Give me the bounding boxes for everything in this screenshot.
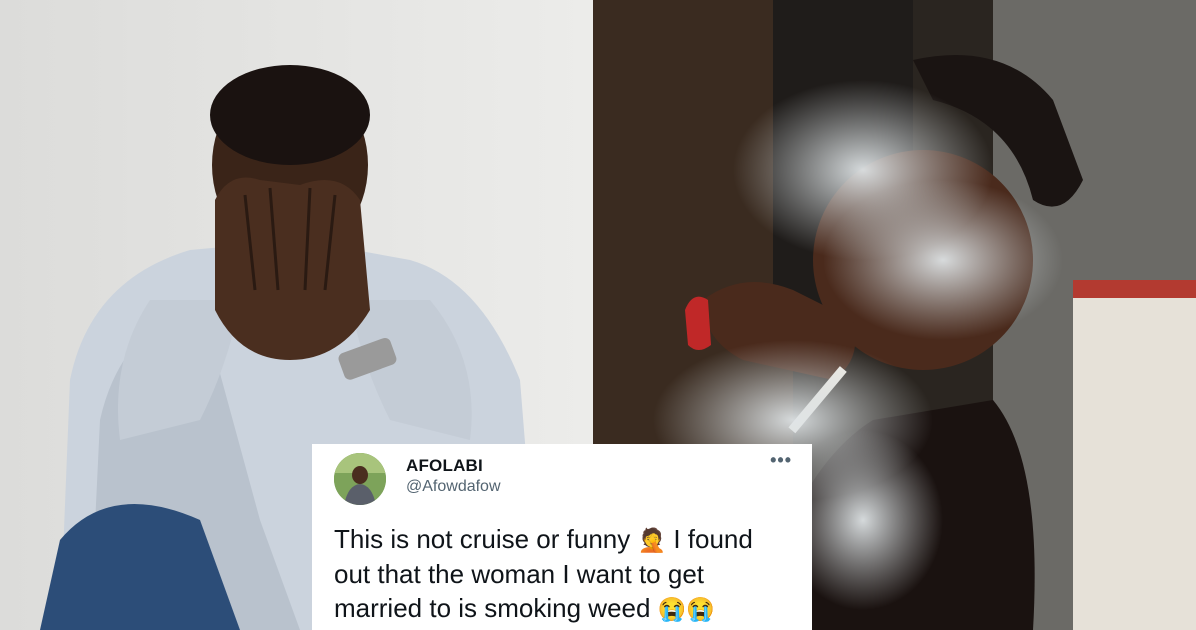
tweet-text-segment: This is not cruise or funny [334, 524, 631, 554]
tweet-text-line-1: This is not cruise or funny 🤦 I found [334, 522, 796, 557]
author-avatar[interactable] [334, 453, 386, 505]
tweet-text-line-3: married to is smoking weed 😭😭 [334, 591, 796, 626]
tweet-text-segment: married to is smoking weed [334, 593, 651, 623]
author-name[interactable]: AFOLABI [406, 456, 483, 476]
tweet-text: This is not cruise or funny 🤦 I found ou… [334, 522, 796, 626]
tweet-card: AFOLABI @Afowdafow ••• This is not cruis… [312, 444, 812, 630]
tweet-text-line-2: out that the woman I want to get [334, 559, 705, 589]
author-handle[interactable]: @Afowdafow [406, 478, 501, 496]
tweet-text-segment: I found [673, 524, 753, 554]
facepalm-emoji-icon: 🤦 [637, 527, 667, 553]
more-icon[interactable]: ••• [770, 450, 792, 471]
crying-emoji-icon: 😭😭 [657, 596, 715, 622]
